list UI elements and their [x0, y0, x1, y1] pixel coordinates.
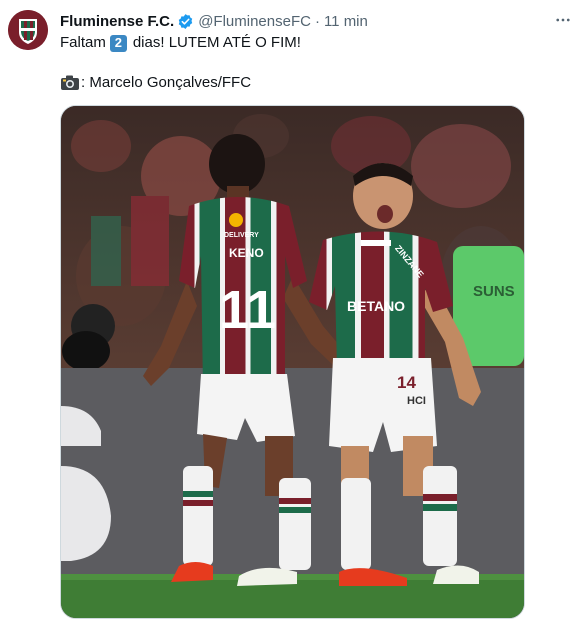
keycap-emoji: 2 [109, 34, 127, 52]
photo-credit: : Marcelo Gonçalves/FFC [81, 74, 252, 91]
separator-dot: · [314, 12, 320, 30]
tweet-card[interactable]: Fluminense F.C. @FluminenseFC · 11 min F… [0, 0, 583, 626]
delivery-text: DELIVERY [224, 232, 259, 239]
camera-icon [60, 74, 80, 92]
banner-text: SUNS [473, 283, 515, 300]
tweet-header: Fluminense F.C. @FluminenseFC · 11 min [60, 10, 573, 32]
timestamp[interactable]: 11 min [324, 13, 368, 30]
player-right-number: 14 [397, 373, 416, 392]
avatar[interactable] [8, 10, 48, 50]
club-crest-icon [8, 10, 48, 50]
tweet-photo[interactable]: SUNS KENO 11 DELIVERY ZINZANE BETANO 14 … [60, 105, 525, 619]
tweet-text-before: Faltam [60, 34, 106, 51]
sponsor-hci: HCI [407, 395, 426, 407]
account-handle[interactable]: @FluminenseFC [198, 13, 311, 30]
player-left-name: KENO [229, 246, 264, 260]
more-options-icon[interactable] [553, 10, 573, 30]
tweet-text-after: dias! LUTEM ATÉ O FIM! [132, 34, 301, 51]
celebration-photo: SUNS KENO 11 DELIVERY ZINZANE BETANO 14 … [61, 106, 524, 618]
verified-badge-icon [177, 13, 194, 30]
player-left-number: 11 [219, 280, 276, 340]
tweet-text: Faltam 2 dias! LUTEM ATÉ O FIM! : Marcel… [60, 33, 573, 93]
sponsor-betano: BETANO [347, 298, 405, 314]
account-name[interactable]: Fluminense F.C. [60, 13, 174, 30]
